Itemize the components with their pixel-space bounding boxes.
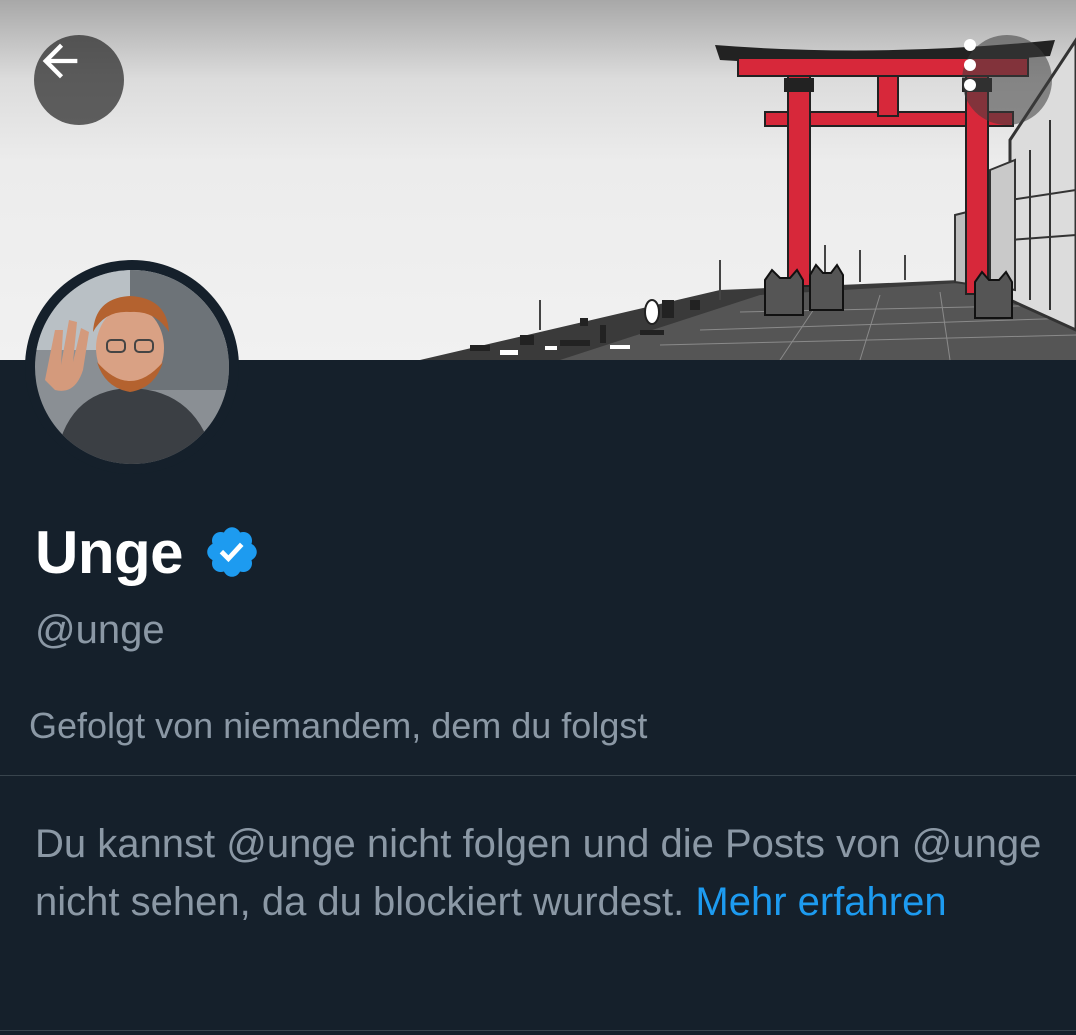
learn-more-link[interactable]: Mehr erfahren bbox=[695, 880, 946, 924]
divider bbox=[0, 775, 1076, 776]
more-options-button[interactable] bbox=[962, 35, 1052, 125]
display-name: Unge bbox=[35, 518, 184, 586]
verified-badge-icon[interactable] bbox=[203, 523, 261, 581]
profile-handle: @unge bbox=[35, 608, 165, 652]
blocked-notice: Du kannst @unge nicht folgen und die Pos… bbox=[35, 815, 1045, 931]
arrow-left-icon bbox=[42, 43, 78, 79]
profile-avatar[interactable] bbox=[25, 260, 239, 474]
divider bbox=[0, 1030, 1076, 1031]
profile-name-row: Unge bbox=[35, 512, 261, 592]
followed-by-text: Gefolgt von niemandem, dem du folgst bbox=[29, 705, 648, 746]
avatar-photo bbox=[35, 270, 229, 464]
back-button[interactable] bbox=[34, 35, 124, 125]
more-vertical-icon bbox=[964, 39, 976, 91]
